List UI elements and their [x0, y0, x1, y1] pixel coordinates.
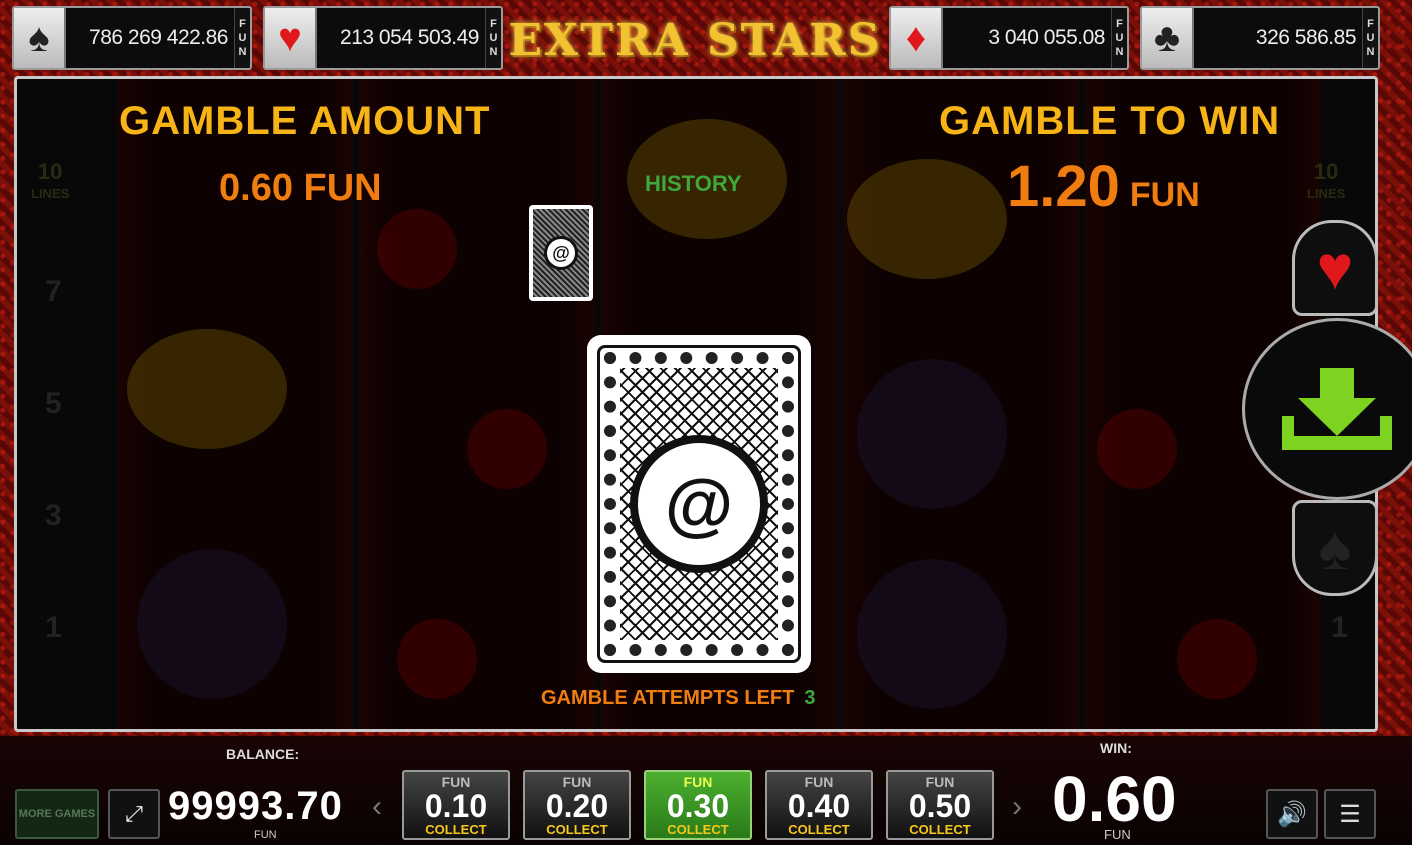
chevron-left-icon[interactable]: ‹ — [372, 790, 382, 824]
line-number: 5 — [45, 387, 62, 420]
lemon-symbol — [127, 329, 287, 449]
line-number: 1 — [1331, 611, 1348, 644]
gamble-to-win-value: 1.20 FUN — [1007, 154, 1200, 219]
jackpot-value: 3 040 055.08 — [943, 8, 1111, 68]
sound-button[interactable]: 🔊 — [1266, 789, 1318, 839]
gamble-card: @ — [587, 335, 811, 673]
menu-button[interactable]: ☰ — [1324, 789, 1376, 839]
jackpot-diamond: ♦ 3 040 055.08 FUN — [889, 6, 1129, 70]
balance-value: 99993.70 — [168, 784, 343, 828]
download-icon — [1282, 368, 1392, 450]
black-choice-button[interactable]: ♠ — [1292, 500, 1378, 596]
history-label: HISTORY — [645, 171, 742, 196]
lemon-symbol — [847, 159, 1007, 279]
fullscreen-button[interactable]: ⤢ — [108, 789, 160, 839]
gamble-amount-title: GAMBLE AMOUNT — [119, 99, 491, 143]
menu-icon: ☰ — [1339, 800, 1361, 828]
jackpot-unit: FUN — [1111, 8, 1127, 68]
club-icon: ♣ — [1142, 8, 1194, 68]
win-unit: FUN — [1104, 827, 1131, 842]
cherry-symbol — [377, 209, 457, 289]
bet-button-selected[interactable]: FUN 0.30 COLLECT — [644, 770, 752, 840]
red-choice-button[interactable]: ♥ — [1292, 220, 1378, 316]
grape-symbol — [857, 359, 1007, 509]
game-logo: EXTRA STARS — [508, 14, 882, 66]
reels-area: 10 LINES 10 LINES 7 5 3 1 1 GAMBLE AMOUNT … — [14, 76, 1378, 732]
history-card: @ — [529, 205, 593, 301]
diamond-icon: ♦ — [891, 8, 943, 68]
jackpot-heart: ♥ 213 054 503.49 FUN — [263, 6, 503, 70]
line-number: 1 — [45, 611, 62, 644]
gamble-to-win-title: GAMBLE TO WIN — [939, 99, 1281, 143]
card-logo-icon: @ — [544, 236, 578, 270]
cherry-symbol — [467, 409, 547, 489]
line-number: 7 — [45, 275, 62, 308]
jackpot-unit: FUN — [234, 8, 250, 68]
win-value: 0.60 — [1052, 763, 1177, 835]
gamble-attempts: GAMBLE ATTEMPTS LEFT 3 — [541, 687, 816, 709]
jackpot-club: ♣ 326 586.85 FUN — [1140, 6, 1380, 70]
heart-icon: ♥ — [1316, 233, 1354, 303]
lines-badge-left: 10 LINES — [31, 159, 70, 202]
gamble-amount-value: 0.60 FUN — [219, 167, 382, 209]
cherry-symbol — [1177, 619, 1257, 699]
chevron-right-icon[interactable]: › — [1012, 790, 1022, 824]
bet-button[interactable]: FUN 0.50 COLLECT — [886, 770, 994, 840]
jackpot-value: 786 269 422.86 — [66, 8, 234, 68]
heart-icon: ♥ — [265, 8, 317, 68]
card-logo-icon: @ — [630, 435, 768, 573]
fullscreen-icon: ⤢ — [125, 801, 143, 826]
reel — [359, 79, 595, 729]
spade-icon: ♠ — [14, 8, 66, 68]
win-label: WIN: — [1100, 740, 1132, 756]
bet-button[interactable]: FUN 0.40 COLLECT — [765, 770, 873, 840]
cherry-symbol — [1097, 409, 1177, 489]
bet-button[interactable]: FUN 0.10 COLLECT — [402, 770, 510, 840]
grape-symbol — [857, 559, 1007, 709]
balance-unit: FUN — [254, 829, 277, 841]
jackpot-value: 326 586.85 — [1194, 8, 1362, 68]
speaker-icon: 🔊 — [1277, 800, 1307, 828]
jackpot-spade: ♠ 786 269 422.86 FUN — [12, 6, 252, 70]
more-games-button[interactable]: MORE GAMES — [15, 789, 99, 839]
jackpot-unit: FUN — [1362, 8, 1378, 68]
jackpot-value: 213 054 503.49 — [317, 8, 485, 68]
bet-button[interactable]: FUN 0.20 COLLECT — [523, 770, 631, 840]
line-number: 3 — [45, 499, 62, 532]
jackpot-unit: FUN — [485, 8, 501, 68]
lines-badge-right: 10 LINES — [1307, 159, 1346, 202]
cherry-symbol — [397, 619, 477, 699]
grape-symbol — [137, 549, 287, 699]
balance-label: BALANCE: — [226, 746, 300, 762]
spade-icon: ♠ — [1318, 513, 1352, 583]
